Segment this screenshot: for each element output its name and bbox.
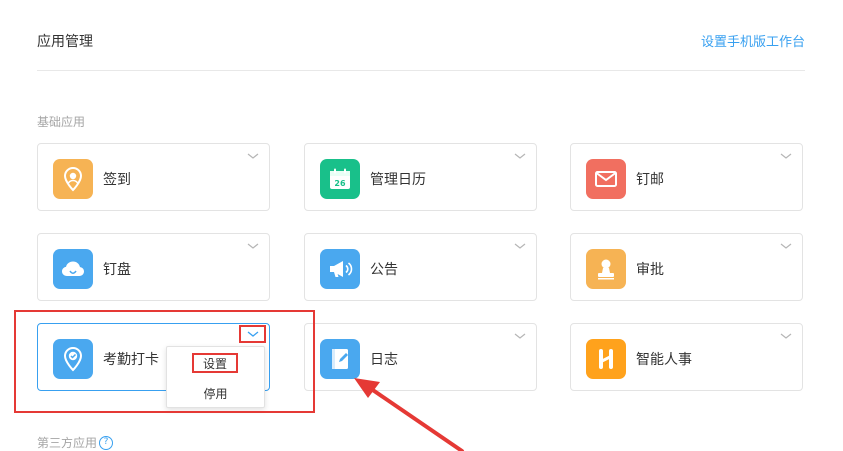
app-name: 钉邮 [636,172,664,188]
app-card-announcement[interactable]: 公告 [304,233,537,301]
chevron-down-icon[interactable] [780,241,792,251]
app-card-approval[interactable]: 审批 [570,233,803,301]
calendar-day-number: 26 [334,179,346,188]
chevron-down-icon[interactable] [247,151,259,161]
cloud-icon [53,249,93,289]
mail-icon [586,159,626,199]
app-name: 考勤打卡 [103,352,159,368]
chevron-down-icon[interactable] [780,331,792,341]
app-name: 管理日历 [370,172,426,188]
basic-apps-label: 基础应用 [37,115,86,129]
app-name: 审批 [636,262,664,278]
app-options-dropdown: 设置 停用 [166,346,265,408]
attendance-pin-icon [53,339,93,379]
megaphone-icon [320,249,360,289]
app-name: 钉盘 [103,262,131,278]
chevron-down-icon[interactable] [514,331,526,341]
hr-icon [586,339,626,379]
notebook-icon [320,339,360,379]
third-party-label-text: 第三方应用 [37,436,98,450]
attendance-chevron-button[interactable] [239,325,266,343]
app-card-smart-hr[interactable]: 智能人事 [570,323,803,391]
chevron-down-icon[interactable] [247,241,259,251]
dropdown-item-disable[interactable]: 停用 [167,385,264,402]
chevron-down-icon[interactable] [514,241,526,251]
chevron-down-icon[interactable] [514,151,526,161]
third-party-apps-label: 第三方应用 ? [37,434,114,451]
app-name: 公告 [370,262,398,278]
app-card-mail[interactable]: 钉邮 [570,143,803,211]
app-name: 日志 [370,352,398,368]
chevron-down-icon [247,331,258,337]
location-pin-icon [53,159,93,199]
page-title: 应用管理 [37,34,93,50]
header-divider [37,70,805,71]
calendar-icon: 26 [320,159,360,199]
app-name: 签到 [103,172,131,188]
approval-stamp-icon [586,249,626,289]
mobile-workbench-link[interactable]: 设置手机版工作台 [701,31,805,50]
app-card-checkin[interactable]: 签到 [37,143,270,211]
chevron-down-icon[interactable] [780,151,792,161]
app-card-log[interactable]: 日志 [304,323,537,391]
settings-label: 设置 [202,356,227,371]
app-name: 智能人事 [636,352,692,368]
app-card-calendar[interactable]: 26 管理日历 [304,143,537,211]
dropdown-item-settings[interactable]: 设置 [192,353,238,373]
help-question-icon[interactable]: ? [99,435,114,450]
app-card-drive[interactable]: 钉盘 [37,233,270,301]
